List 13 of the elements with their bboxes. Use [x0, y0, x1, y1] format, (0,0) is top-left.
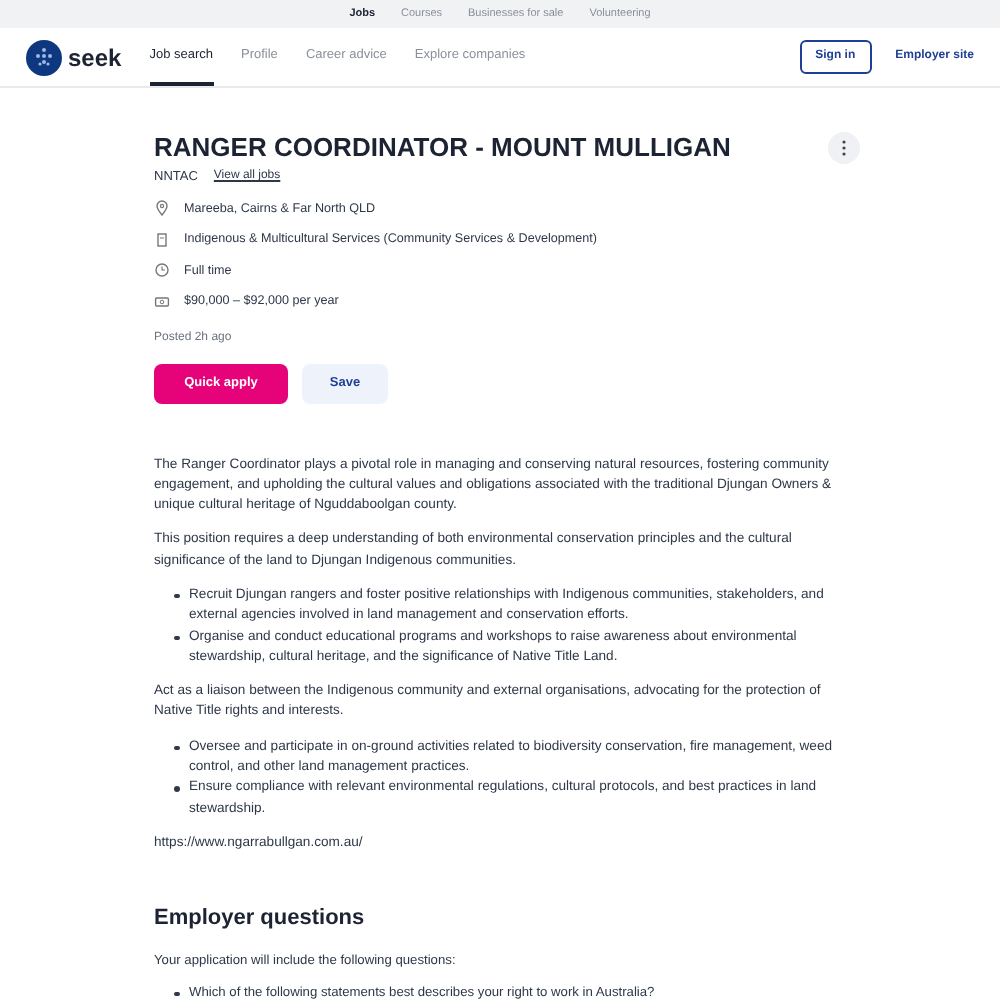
banknote-icon: [154, 293, 170, 310]
logo-text[interactable]: seek: [68, 39, 122, 75]
logo-icon[interactable]: [26, 39, 62, 75]
job-title: RANGER COORDINATOR - MOUNT MULLIGAN: [154, 132, 731, 164]
bullet-icon: [174, 745, 179, 751]
clock-icon: [154, 262, 170, 279]
bullet-icon: [174, 786, 179, 792]
bullet-icon: [174, 593, 179, 599]
bullet-icon: [174, 991, 179, 997]
location-pin-icon: [154, 200, 170, 217]
bullet-icon: [174, 635, 179, 641]
building-icon: [154, 231, 170, 248]
section-heading: Employer questions: [154, 904, 367, 935]
